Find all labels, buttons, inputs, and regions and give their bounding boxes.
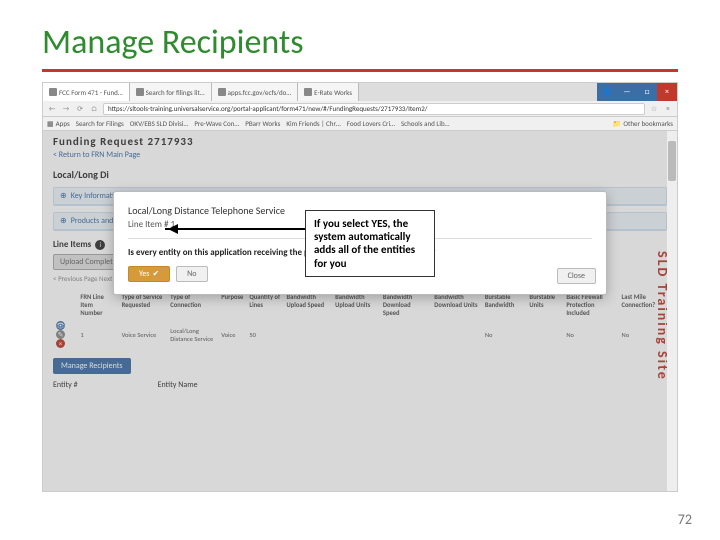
scroll-thumb[interactable] (668, 141, 676, 181)
modal-overlay (43, 131, 677, 491)
menu-icon[interactable]: ≡ (663, 104, 673, 114)
page-content: Funding Request 2717933 < Return to FRN … (43, 131, 677, 491)
home-icon[interactable]: ⌂ (89, 104, 99, 114)
browser-tab[interactable]: Search for filings lit… (130, 83, 212, 101)
close-icon[interactable]: × (657, 83, 677, 101)
no-button[interactable]: No (176, 266, 207, 282)
scrollbar[interactable] (667, 131, 677, 491)
maximize-icon[interactable]: □ (637, 83, 657, 101)
bookmarks-bar: ▦Apps Search for Filings OKV/EBS SLD Div… (43, 117, 677, 131)
callout-box: If you select YES, the system automatica… (305, 210, 435, 277)
bookmark-item[interactable]: OKV/EBS SLD Divisi… (130, 119, 189, 128)
title-underline (42, 69, 678, 72)
yes-button[interactable]: Yes✔ (128, 266, 170, 282)
back-icon[interactable]: ← (47, 104, 57, 114)
minimize-icon[interactable]: — (617, 83, 637, 101)
close-button[interactable]: Close (557, 268, 596, 284)
bookmark-item[interactable]: Food Lovers Cri… (347, 119, 395, 128)
apps-icon: ▦ (47, 119, 54, 128)
user-icon[interactable]: 👤 (597, 83, 617, 101)
url-field[interactable]: https://sltools-training.universalservic… (103, 103, 645, 115)
bookmark-item[interactable]: ▦Apps (47, 119, 70, 128)
check-icon: ✔ (152, 269, 159, 279)
bookmark-item[interactable]: Kim Friends | Chr… (286, 119, 340, 128)
slide-number: 72 (678, 511, 692, 528)
star-icon[interactable]: ☆ (649, 104, 659, 114)
browser-tab[interactable]: FCC Form 471 - Fund… (43, 83, 130, 101)
browser-tab[interactable]: E-Rate Works (298, 83, 359, 101)
bookmark-item[interactable]: Schools and Lib… (401, 119, 450, 128)
browser-tab-strip: FCC Form 471 - Fund… Search for filings … (43, 83, 677, 101)
bookmark-item[interactable]: Pre-Wave Con… (194, 119, 239, 128)
forward-icon[interactable]: → (61, 104, 71, 114)
slide-title: Manage Recipients (42, 22, 678, 63)
bookmark-item[interactable]: Search for Filings (76, 119, 124, 128)
browser-toolbar: ← → ⟳ ⌂ https://sltools-training.univers… (43, 101, 677, 117)
other-bookmarks[interactable]: 📁 Other bookmarks (613, 119, 673, 128)
browser-tab[interactable]: apps.fcc.gov/ecfs/do… (212, 83, 299, 101)
reload-icon[interactable]: ⟳ (75, 104, 85, 114)
bookmark-item[interactable]: PBarr Works (245, 119, 280, 128)
browser-screenshot: FCC Form 471 - Fund… Search for filings … (42, 82, 678, 492)
callout-arrow (165, 228, 305, 230)
